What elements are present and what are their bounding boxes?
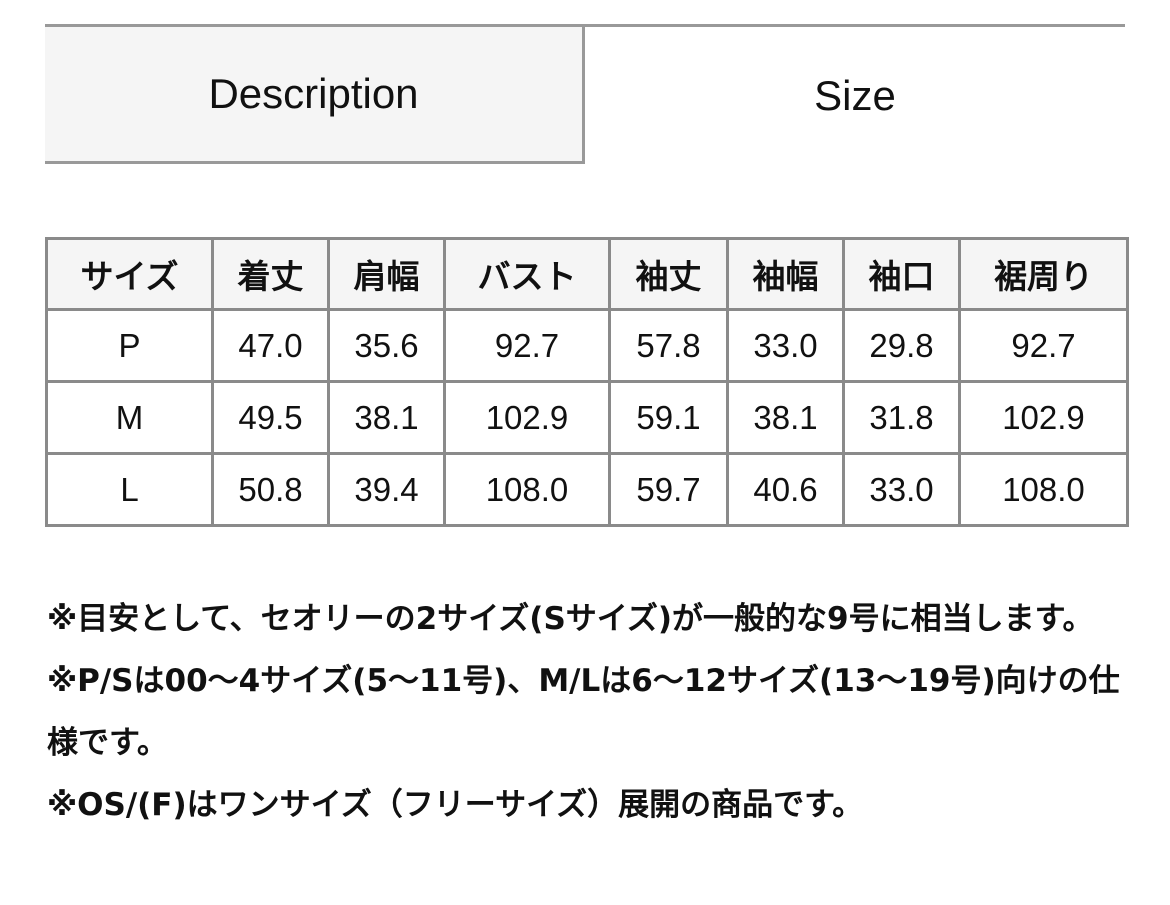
tab-bar: Description Size xyxy=(45,24,1125,167)
table-cell: 35.6 xyxy=(327,308,446,383)
note-size-equivalent: ※目安として、セオリーの2サイズ(Sサイズ)が一般的な9号に相当します。 xyxy=(47,601,1094,637)
table-cell: 38.1 xyxy=(327,380,446,455)
size-table: サイズ 着丈 肩幅 バスト 袖丈 袖幅 袖口 裾周り P 47.0 35.6 9… xyxy=(45,237,1129,527)
header-length: 着丈 xyxy=(211,237,330,311)
table-cell: 50.8 xyxy=(211,452,330,527)
header-sleeve-length: 袖丈 xyxy=(608,237,729,311)
table-cell: 102.9 xyxy=(958,380,1129,455)
note-size-ranges: ※P/Sは00〜4サイズ(5〜11号)、M/Lは6〜12サイズ(13〜19号)向… xyxy=(47,663,1120,761)
header-sleeve-width: 袖幅 xyxy=(726,237,845,311)
table-cell: 108.0 xyxy=(958,452,1129,527)
note-one-size: ※OS/(F)はワンサイズ（フリーサイズ）展開の商品です。 xyxy=(47,787,864,823)
table-cell: L xyxy=(45,452,214,527)
header-cuff: 袖口 xyxy=(842,237,961,311)
table-cell: 39.4 xyxy=(327,452,446,527)
table-cell: 33.0 xyxy=(726,308,845,383)
table-cell: 29.8 xyxy=(842,308,961,383)
table-row: M 49.5 38.1 102.9 59.1 38.1 31.8 102.9 xyxy=(45,380,1129,455)
size-notes: ※目安として、セオリーの2サイズ(Sサイズ)が一般的な9号に相当します。 ※P/… xyxy=(47,588,1137,836)
tab-description[interactable]: Description xyxy=(45,27,585,164)
table-cell: 59.7 xyxy=(608,452,729,527)
table-cell: 102.9 xyxy=(443,380,611,455)
table-cell: 57.8 xyxy=(608,308,729,383)
table-cell: 92.7 xyxy=(443,308,611,383)
table-cell: 59.1 xyxy=(608,380,729,455)
table-cell: 92.7 xyxy=(958,308,1129,383)
table-cell: 38.1 xyxy=(726,380,845,455)
header-shoulder: 肩幅 xyxy=(327,237,446,311)
table-cell: 33.0 xyxy=(842,452,961,527)
table-cell: 49.5 xyxy=(211,380,330,455)
header-hem: 裾周り xyxy=(958,237,1129,311)
table-cell: M xyxy=(45,380,214,455)
table-row: P 47.0 35.6 92.7 57.8 33.0 29.8 92.7 xyxy=(45,308,1129,383)
table-cell: 31.8 xyxy=(842,380,961,455)
table-cell: 40.6 xyxy=(726,452,845,527)
header-size: サイズ xyxy=(45,237,214,311)
table-cell: 108.0 xyxy=(443,452,611,527)
tab-size[interactable]: Size xyxy=(585,27,1125,164)
table-cell: P xyxy=(45,308,214,383)
header-bust: バスト xyxy=(443,237,611,311)
table-cell: 47.0 xyxy=(211,308,330,383)
table-row: L 50.8 39.4 108.0 59.7 40.6 33.0 108.0 xyxy=(45,452,1129,527)
table-header-row: サイズ 着丈 肩幅 バスト 袖丈 袖幅 袖口 裾周り xyxy=(45,237,1129,311)
